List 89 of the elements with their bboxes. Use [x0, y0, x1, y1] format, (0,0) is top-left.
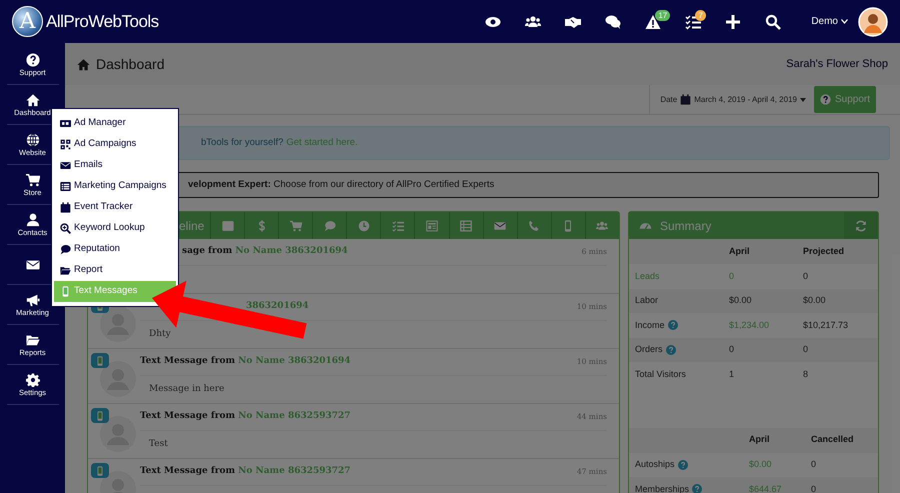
phone-handset-icon [528, 220, 540, 232]
table-cell-text: 0 [803, 343, 808, 356]
ad-icon [60, 118, 71, 129]
brand-name[interactable]: AllProWebTools [46, 8, 159, 34]
table-cell-text: 8 [803, 368, 808, 380]
phone-icon [95, 356, 105, 366]
users-icon [596, 220, 608, 232]
table-cell-text: $0.00 [803, 294, 826, 307]
date-label: Date [660, 94, 678, 106]
help-icon[interactable] [666, 344, 676, 355]
plus-icon [725, 14, 742, 30]
caret-icon [800, 98, 806, 102]
help-icon[interactable] [668, 320, 678, 330]
message-text: Test [149, 439, 168, 449]
message-title: Text Message from No Name 8632593727 [140, 465, 351, 478]
folder-icon [60, 265, 71, 276]
cart-icon [26, 172, 40, 187]
table-cell-text: 0 [803, 270, 808, 282]
avatar [100, 306, 136, 342]
table-icon [460, 220, 472, 232]
column-header: Projected [803, 244, 844, 258]
help-icon[interactable] [692, 484, 702, 493]
user-menu[interactable]: Demo [811, 14, 848, 29]
table-cell-text: $0.00 [729, 294, 753, 307]
message-text: Message in here [149, 384, 224, 394]
help-icon [26, 52, 40, 67]
row-label: Total Visitors [635, 368, 686, 380]
row-label: Income [635, 318, 665, 332]
column-header: April [749, 433, 771, 446]
avatar[interactable] [858, 6, 888, 36]
count-badge: 7 [695, 10, 706, 21]
table-cell-text: $10,217.73 [803, 318, 848, 332]
home-icon [26, 92, 40, 107]
column-header: Cancelled [811, 433, 854, 446]
timeline-title: eline [179, 218, 204, 234]
megaphone-icon [26, 292, 40, 307]
page-title: Dashboard [96, 54, 164, 74]
expert-directory-text: velopment Expert: Choose from our directory of AllPro Certified Experts [188, 178, 494, 192]
envelope-icon [26, 258, 40, 272]
calendar-icon [680, 94, 692, 105]
envelope-icon [60, 160, 71, 171]
user-icon [26, 212, 40, 227]
cart-icon [290, 220, 302, 232]
banner-text: bTools for yourself? [201, 136, 284, 150]
calendar-icon [60, 202, 71, 213]
envelope-icon [494, 220, 506, 232]
globe-icon [26, 132, 40, 147]
caret-icon [841, 19, 848, 24]
speech-bubble-icon [60, 244, 71, 255]
users-icon [525, 14, 542, 30]
refresh-icon [855, 220, 867, 232]
chat-icon [605, 14, 622, 30]
phone-icon [95, 410, 105, 420]
message-title: Text Message from No Name 3863201694 [140, 355, 351, 368]
row-label: Labor [635, 294, 658, 307]
folder-icon [26, 332, 40, 347]
business-name: Sarah's Flower Shop [786, 56, 888, 72]
table-cell-text: 0 [811, 458, 816, 471]
zoom-icon [60, 223, 71, 234]
checklist-icon [392, 220, 404, 232]
column-header: April [729, 244, 751, 258]
qr-code-icon [60, 139, 71, 150]
avatar [100, 361, 136, 397]
date-range-dropdown[interactable]: March 4, 2019 - April 4, 2019 [694, 94, 806, 106]
settings-icon [26, 372, 40, 387]
row-label: Orders [635, 343, 663, 356]
table-cell-text: 0 [729, 343, 736, 356]
phone-icon [95, 466, 105, 476]
message-title: 3863201694 [246, 300, 309, 314]
search-icon [765, 14, 782, 30]
summary-title: Summary [660, 218, 712, 234]
message-text: Dhty [149, 329, 171, 339]
message-title: sage from No Name 3863201694 [182, 245, 348, 258]
avatar [100, 416, 136, 452]
logo-letter: A [20, 10, 36, 32]
speech-bubble-icon [324, 220, 336, 232]
help-icon [820, 94, 831, 105]
row-label: Autoships [635, 458, 675, 471]
clock-icon [358, 220, 370, 232]
help-icon[interactable] [678, 460, 688, 470]
message-title: Text Message from No Name 8632593727 [140, 410, 351, 424]
row-label: Memberships [635, 482, 690, 493]
count-badge: 17 [655, 10, 670, 21]
newspaper-icon [426, 220, 438, 232]
table-cell: 0 [811, 482, 816, 493]
home-icon [77, 58, 90, 70]
phone-icon [60, 286, 71, 297]
table-cell-text: 1 [729, 368, 736, 380]
menu-item[interactable]: Report [54, 260, 176, 281]
